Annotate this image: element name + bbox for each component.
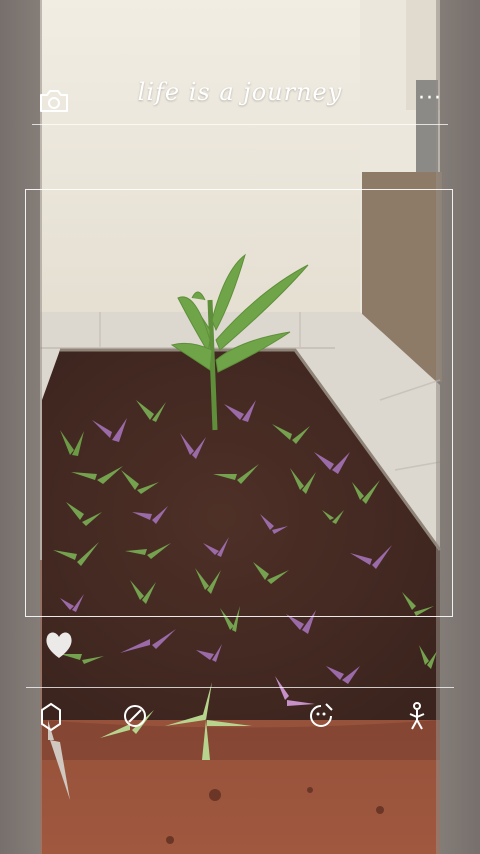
edit-icon[interactable] [120, 700, 150, 732]
sticker-icon[interactable] [306, 700, 336, 732]
app-title: life is a journey [137, 78, 343, 106]
camera-icon[interactable] [38, 88, 70, 114]
top-divider [32, 124, 448, 125]
crop-frame[interactable] [25, 189, 453, 617]
more-options-icon[interactable]: ··· [418, 88, 442, 110]
heart-icon[interactable] [44, 628, 74, 662]
bottom-divider [26, 687, 454, 688]
filter-icon[interactable] [36, 700, 66, 732]
pose-icon[interactable] [402, 700, 432, 732]
photo-editor-screen: life is a journey ··· [0, 0, 480, 854]
top-bar: life is a journey ··· [0, 72, 480, 130]
